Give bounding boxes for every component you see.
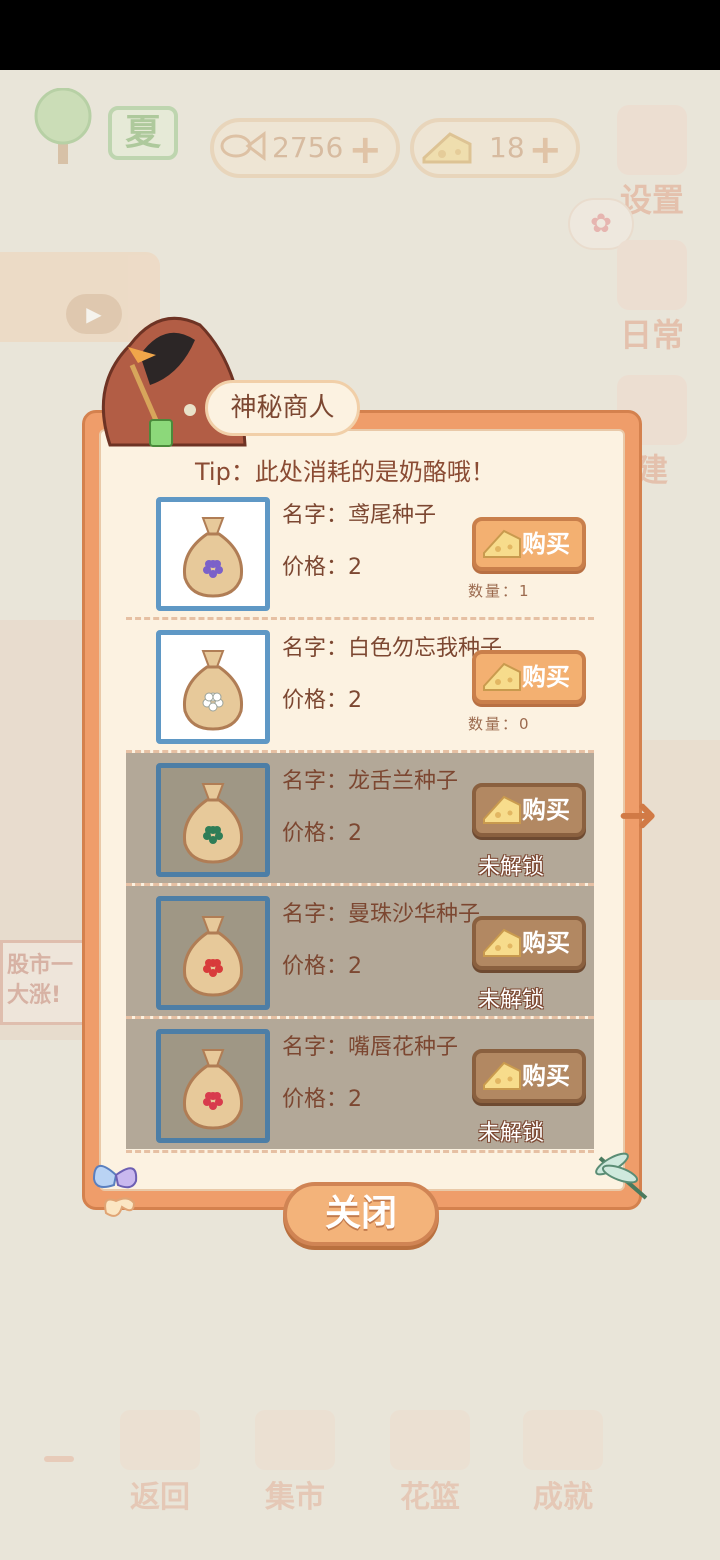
item-price: 价格：2: [282, 954, 362, 979]
shop-item: 名字：白色勿忘我种子 价格：2 购买数量：0: [126, 620, 594, 750]
item-name: 名字：鸢尾种子: [282, 503, 437, 528]
buy-button[interactable]: 购买: [472, 650, 586, 704]
stall-icon: [255, 1410, 335, 1470]
cheese-icon: [483, 529, 521, 558]
seed-bag-icon: [182, 916, 244, 997]
cheese-icon: [483, 795, 521, 824]
seed-bag-icon: [182, 517, 244, 598]
nav-market-label: 集市: [265, 1480, 325, 1515]
item-price: 价格：2: [282, 688, 362, 713]
season-badge[interactable]: 夏: [28, 88, 178, 170]
cheese-icon: [422, 132, 472, 164]
cheese-icon: [483, 1061, 521, 1090]
seed-bag-icon: [182, 650, 244, 731]
butterfly-icon: [92, 1165, 138, 1217]
season-label: 夏: [108, 106, 178, 160]
fish-bone-icon: [220, 131, 266, 161]
gear-icon: [617, 105, 687, 175]
item-price: 价格：2: [282, 821, 362, 846]
nav-achievement-button[interactable]: 成就: [518, 1410, 608, 1515]
cheese-amount: 18: [489, 131, 525, 164]
seed-thumbnail: [156, 1029, 270, 1143]
seed-thumbnail: [156, 630, 270, 744]
item-name: 名字：曼珠沙华种子: [282, 902, 481, 927]
seed-thumbnail: [156, 497, 270, 611]
seed-bag-icon: [182, 1049, 244, 1130]
buy-label: 购买: [522, 1062, 570, 1090]
item-price: 价格：2: [282, 1087, 362, 1112]
nav-back-button[interactable]: 返回: [115, 1410, 205, 1515]
item-name: 名字：嘴唇花种子: [282, 1035, 459, 1060]
stock-sign: 股市一大涨!: [0, 940, 85, 1025]
close-button[interactable]: 关闭: [283, 1182, 439, 1246]
locked-label: 未解锁: [478, 855, 545, 880]
cheese-currency: 18 +: [410, 118, 580, 178]
shop-item: 名字：鸢尾种子 价格：2 购买数量：1: [126, 487, 594, 617]
fish-currency: 2756 +: [210, 118, 400, 178]
buy-button: 购买: [472, 783, 586, 837]
locked-label: 未解锁: [478, 1121, 545, 1146]
dragonfly-icon: [595, 1152, 648, 1200]
daily-button[interactable]: 日常: [612, 240, 692, 356]
seed-bag-icon: [182, 783, 244, 864]
item-divider: [126, 1150, 594, 1153]
tip-text: Tip：此处消耗的是奶酪哦！: [195, 458, 495, 486]
window-icon: [120, 1410, 200, 1470]
fish-amount: 2756: [272, 131, 344, 164]
add-fish-button[interactable]: +: [348, 124, 382, 176]
item-quantity: 数量：1: [468, 582, 531, 600]
dialog-title: 神秘商人: [205, 380, 360, 436]
nav-back-label: 返回: [130, 1480, 190, 1515]
shop-item: 名字：曼珠沙华种子 价格：2 购买未解锁: [126, 886, 594, 1016]
tree-icon: [34, 88, 92, 164]
seed-thumbnail: [156, 763, 270, 877]
next-page-arrow-icon[interactable]: ➜: [618, 790, 672, 842]
buy-label: 购买: [522, 663, 570, 691]
buy-label: 购买: [522, 530, 570, 558]
basket-icon: [390, 1410, 470, 1470]
shop-item: 名字：龙舌兰种子 价格：2 购买未解锁: [126, 753, 594, 883]
nav-basket-button[interactable]: 花篮: [385, 1410, 475, 1515]
trophy-icon: [523, 1410, 603, 1470]
buy-button: 购买: [472, 916, 586, 970]
buy-label: 购买: [522, 929, 570, 957]
seed-thumbnail: [156, 896, 270, 1010]
locked-label: 未解锁: [478, 988, 545, 1013]
shop-item: 名字：嘴唇花种子 价格：2 购买未解锁: [126, 1019, 594, 1149]
cheese-icon: [483, 928, 521, 957]
item-name: 名字：白色勿忘我种子: [282, 636, 503, 661]
item-name: 名字：龙舌兰种子: [282, 769, 459, 794]
buy-button: 购买: [472, 1049, 586, 1103]
notepad-icon: [617, 240, 687, 310]
daily-label: 日常: [619, 316, 684, 354]
cheese-icon: [483, 662, 521, 691]
bottom-nav: 返回 集市 花篮 成就: [0, 1410, 720, 1520]
buy-button[interactable]: 购买: [472, 517, 586, 571]
item-price: 价格：2: [282, 555, 362, 580]
item-quantity: 数量：0: [468, 715, 531, 733]
add-cheese-button[interactable]: +: [528, 124, 562, 176]
nav-achievement-label: 成就: [533, 1480, 593, 1515]
nav-market-button[interactable]: 集市: [250, 1410, 340, 1515]
background-shop: [640, 740, 720, 1000]
nav-basket-label: 花篮: [400, 1480, 460, 1515]
buy-label: 购买: [522, 796, 570, 824]
